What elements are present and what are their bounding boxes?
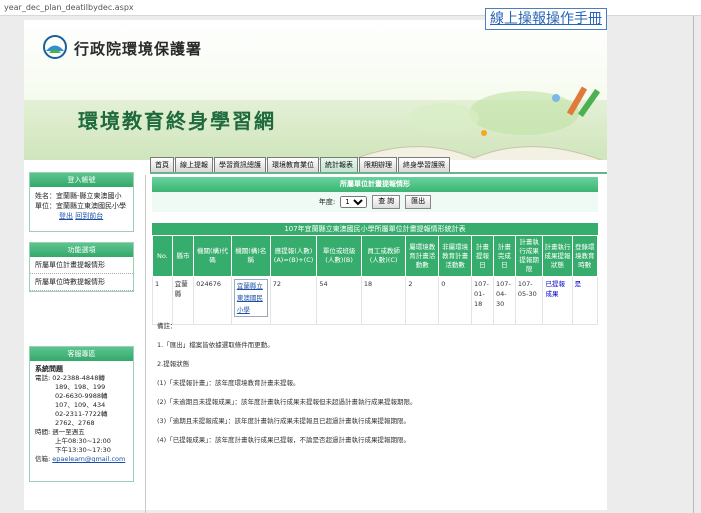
main-nav-tabs: 首頁 線上提報 學習資訊總護 環境教育業位 統計報表 限期辦理 終身學習護照 (150, 157, 450, 173)
phone-1: 02-2388-4848轉 (52, 374, 105, 382)
login-name: 宜蘭縣-縣立東澳國小 (56, 192, 122, 200)
table-row: 1 宜蘭縣 024676 宜蘭縣立東澳國民小學 72 54 18 2 0 107… (152, 276, 599, 325)
report-table: No. 縣市 機關(構)代碼 機關(構)名稱 應提報(人數)(A)=(B)+(C… (152, 235, 599, 325)
status-note-3: (3)「逾期且未提報成果」：該年度計畫執行成果未提報且已超過計畫執行成果提報期限… (157, 417, 410, 425)
year-label: 年度: (318, 198, 336, 206)
cell-c: 18 (360, 276, 407, 325)
col-header: 縣市 (171, 235, 195, 277)
query-button[interactable]: 查 詢 (372, 195, 401, 209)
content-divider (145, 175, 146, 513)
cell-no: 1 (152, 276, 173, 325)
sidebar-item-hours-status[interactable]: 所屬單位時數提報情形 (30, 274, 133, 291)
tab-home[interactable]: 首頁 (150, 157, 174, 173)
col-header: 登錄環境教育時數 (571, 235, 599, 277)
login-links: 登出 回到前台 (35, 211, 128, 221)
tab-passport[interactable]: 終身學習護照 (398, 157, 450, 173)
col-header: 單位或班級(人數)(B) (316, 235, 362, 277)
login-header: 登入帳號 (30, 173, 133, 187)
col-header: 屬環境教育計畫活動數 (405, 235, 440, 277)
cell-name: 宜蘭縣立東澳國民小學 (230, 276, 271, 325)
login-unit: 宜蘭縣立東澳國民小學 (56, 202, 126, 210)
col-header: 計畫完成日 (492, 235, 516, 277)
cell-county: 宜蘭縣 (171, 276, 195, 325)
window-edge (693, 16, 694, 513)
tab-underline (150, 172, 607, 174)
phone-3: 02-2311-7722轉 (55, 410, 108, 418)
cell-status: 已提報成果 (542, 276, 573, 325)
panel-title: 所屬單位計畫提報情形 (152, 177, 598, 192)
service-box: 客服專區 系統問題 電話: 02-2388-4848轉 189、198、199 … (29, 346, 134, 482)
col-header: 計畫執行成果提報期限 (514, 235, 544, 277)
tab-learning-info[interactable]: 學習資訊總護 (214, 157, 266, 173)
col-header: 員工或教師(人數)(C) (360, 235, 407, 277)
status-note-2: (2)「未逾期且未提報成果」：該年度計畫執行成果未提報但未超過計畫執行成果提報期… (157, 398, 417, 406)
col-header: 應提報(人數)(A)=(B)+(C) (269, 235, 318, 277)
col-header: 計畫執行成果提報狀態 (542, 235, 573, 277)
service-header: 客服專區 (30, 347, 133, 361)
agency-name: 行政院環境保護署 (74, 40, 203, 58)
note-1: 1.「匯出」檔案皆依據選取條件而更動。 (157, 341, 274, 349)
phone-3-ext: 2762、2768 (55, 419, 95, 427)
phone-2: 02-6630-9988轉 (55, 392, 108, 400)
sidebar-item-plan-status[interactable]: 所屬單位計畫提報情形 (30, 257, 133, 274)
table-header-row: No. 縣市 機關(構)代碼 機關(構)名稱 應提報(人數)(A)=(B)+(C… (152, 235, 599, 277)
url-text: year_dec_plan_deatilbydec.aspx (4, 3, 134, 12)
org-name-link[interactable]: 宜蘭縣立東澳國民小學 (233, 279, 268, 317)
table-title: 107年宜蘭縣立東澳國民小學所屬單位計畫提報情形統計表 (152, 223, 598, 235)
login-box: 登入帳號 姓名：宜蘭縣-縣立東澳國小 單位：宜蘭縣立東澳國民小學 登出 回到前台 (29, 172, 134, 232)
col-header: 機關(構)代碼 (193, 235, 232, 277)
tab-env-unit[interactable]: 環境教育業位 (267, 157, 319, 173)
service-email-link[interactable]: epaelearn@gmail.com (52, 455, 125, 463)
col-header: 計畫提報日 (471, 235, 494, 277)
phone-1-ext: 189、198、199 (55, 383, 106, 391)
status-note-4: (4)「已提報成果」：該年度計畫執行成果已提報，不論是否超過計畫執行成果提報期限… (157, 436, 410, 444)
col-header: No. (152, 235, 173, 277)
hours-text: 是 (574, 280, 582, 288)
tab-online-report[interactable]: 線上提報 (175, 157, 213, 173)
site-title: 環境教育終身學習網 (78, 109, 276, 133)
tab-deadline[interactable]: 限期辦理 (359, 157, 397, 173)
system-question-label: 系統問題 (35, 365, 63, 373)
service-morning: 上午08:30~12:00 (55, 437, 111, 445)
service-days: 週一至週五 (52, 428, 85, 436)
notes-heading: 備註： (157, 322, 177, 330)
cell-nonenv: 0 (438, 276, 473, 325)
cell-env: 2 (405, 276, 440, 325)
login-unit-row: 單位：宜蘭縣立東澳國民小學 (35, 202, 126, 210)
cell-b: 54 (316, 276, 362, 325)
tab-statistics[interactable]: 統計報表 (320, 157, 358, 173)
year-filter: 年度: 107 查 詢 匯出 (152, 192, 598, 212)
cell-hours: 是 (571, 276, 599, 325)
note-2: 2.提報狀態 (157, 360, 190, 368)
export-button[interactable]: 匯出 (405, 195, 432, 209)
online-manual-link[interactable]: 線上操報操作手冊 (485, 8, 607, 30)
function-header: 功能選項 (30, 243, 133, 257)
service-afternoon: 下午13:30~17:30 (55, 446, 111, 454)
cell-complete: 107-04-30 (492, 276, 516, 325)
cell-submit: 107-01-18 (471, 276, 494, 325)
col-header: 非屬環境教育計畫活動數 (438, 235, 473, 277)
phone-2-ext: 107、109、434 (55, 401, 106, 409)
back-to-front-link[interactable]: 回到前台 (75, 212, 103, 220)
epa-logo-icon (43, 35, 67, 59)
status-text: 已提報成果 (545, 280, 565, 298)
col-header: 機關(構)名稱 (230, 235, 271, 277)
cell-deadline: 107-05-30 (514, 276, 544, 325)
site-banner: 行政院環境保護署 環境教育終身學習網 (24, 20, 607, 160)
year-select[interactable]: 107 (340, 196, 368, 208)
function-box: 功能選項 所屬單位計畫提報情形 所屬單位時數提報情形 (29, 242, 134, 292)
status-note-1: (1)「未提報計畫」：該年度環境教育計畫未提報。 (157, 379, 300, 387)
logout-link[interactable]: 登出 (59, 212, 73, 220)
cell-code: 024676 (193, 276, 232, 325)
notes-section: 備註： 1.「匯出」檔案皆依據選取條件而更動。 2.提報狀態 (1)「未提報計畫… (157, 322, 597, 455)
cell-a: 72 (269, 276, 318, 325)
login-name-row: 姓名：宜蘭縣-縣立東澳國小 (35, 192, 122, 200)
book-illustration (350, 86, 603, 160)
